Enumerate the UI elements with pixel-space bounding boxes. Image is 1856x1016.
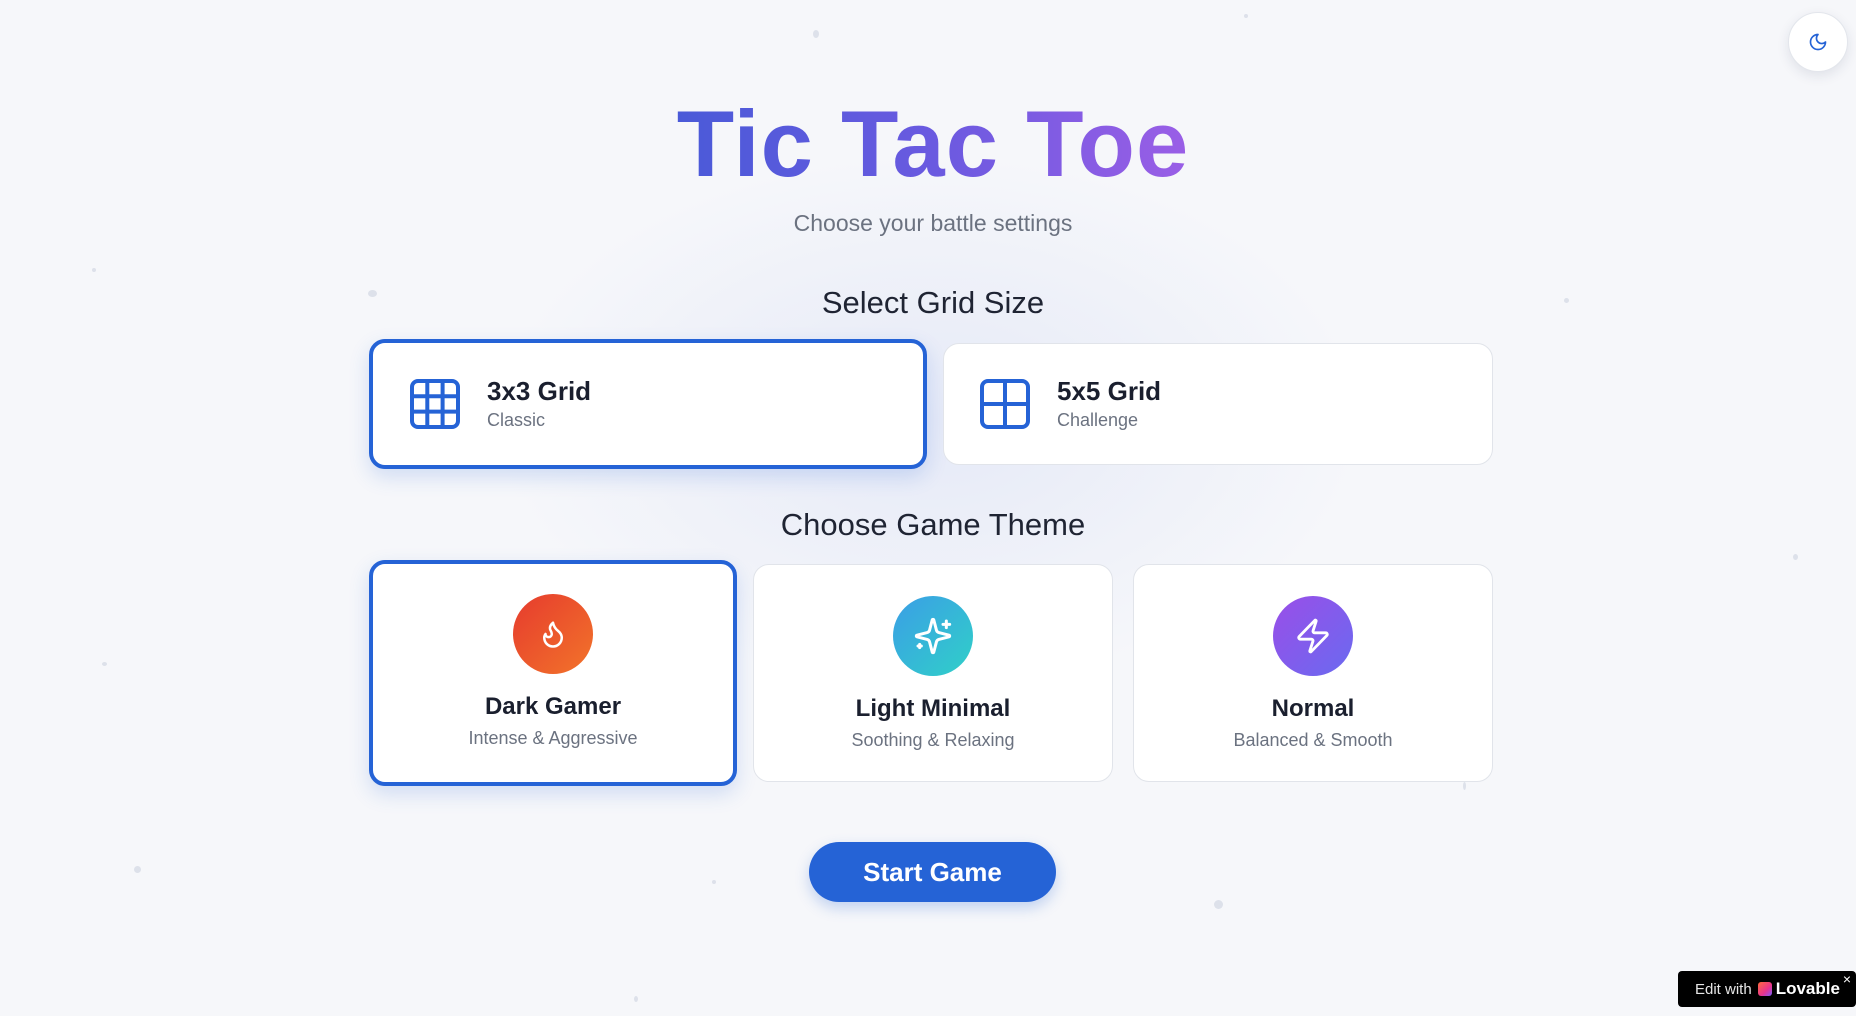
grid-option-5x5[interactable]: 5x5 Grid Challenge [943, 343, 1493, 465]
background-dot [134, 866, 141, 873]
theme-option-label: Dark Gamer [484, 693, 622, 720]
theme-option-icon-circle [1273, 596, 1353, 676]
background-dot [634, 996, 638, 1002]
grid-option-subtitle: Classic [487, 410, 546, 430]
theme-option-normal[interactable]: Normal Balanced & Smooth [1133, 564, 1493, 782]
theme-option-light-minimal[interactable]: Light Minimal Soothing & Relaxing [753, 564, 1113, 782]
lovable-logo-icon [1757, 982, 1772, 996]
sparkles-icon [914, 617, 952, 655]
theme-option-icon-circle [893, 596, 973, 676]
background-dot [1793, 554, 1798, 560]
badge-brand-label: Lovable [1775, 979, 1840, 998]
theme-option-icon-circle [513, 594, 593, 674]
badge-close-button[interactable]: × [1843, 971, 1851, 987]
background-dot [1244, 14, 1248, 18]
moon-icon [1809, 33, 1827, 51]
background-dot [1214, 900, 1223, 909]
page: Tic Tac Toe Choose your battle settings … [0, 0, 1856, 1016]
grid-size-heading: Select Grid Size [821, 285, 1045, 320]
game-theme-heading: Choose Game Theme [780, 507, 1086, 542]
background-dot [813, 30, 819, 38]
edit-with-lovable-badge[interactable]: Edit with Lovable × [1678, 971, 1856, 1007]
theme-option-label: Light Minimal [855, 695, 1011, 722]
theme-option-dark-gamer[interactable]: Dark Gamer Intense & Aggressive [369, 560, 737, 786]
theme-option-subtitle: Balanced & Smooth [1233, 730, 1393, 750]
background-dot [102, 662, 107, 666]
grid-option-text: 3x3 Grid Classic [487, 375, 591, 433]
page-title: Tic Tac Toe [676, 91, 1190, 196]
start-game-button[interactable]: Start Game [809, 842, 1056, 902]
zap-icon [1297, 618, 1329, 654]
page-subtitle: Choose your battle settings [793, 210, 1073, 236]
background-dot [712, 880, 716, 884]
grid-option-label: 3x3 Grid [487, 376, 592, 406]
grid-option-label: 5x5 Grid [1057, 376, 1162, 406]
grid-2x2-icon [980, 379, 1030, 429]
theme-toggle-button[interactable] [1788, 12, 1848, 72]
theme-option-subtitle: Soothing & Relaxing [851, 730, 1015, 750]
flame-icon [543, 621, 563, 648]
badge-edit-label: Edit with [1695, 980, 1752, 998]
background-dot [1463, 782, 1466, 790]
grid-option-subtitle: Challenge [1057, 410, 1139, 430]
theme-option-label: Normal [1271, 695, 1355, 722]
grid-option-text: 5x5 Grid Challenge [1057, 375, 1161, 433]
grid-option-3x3[interactable]: 3x3 Grid Classic [369, 339, 927, 469]
theme-option-subtitle: Intense & Aggressive [468, 728, 638, 748]
grid-3x3-icon [410, 379, 460, 429]
background-dot [92, 268, 96, 272]
